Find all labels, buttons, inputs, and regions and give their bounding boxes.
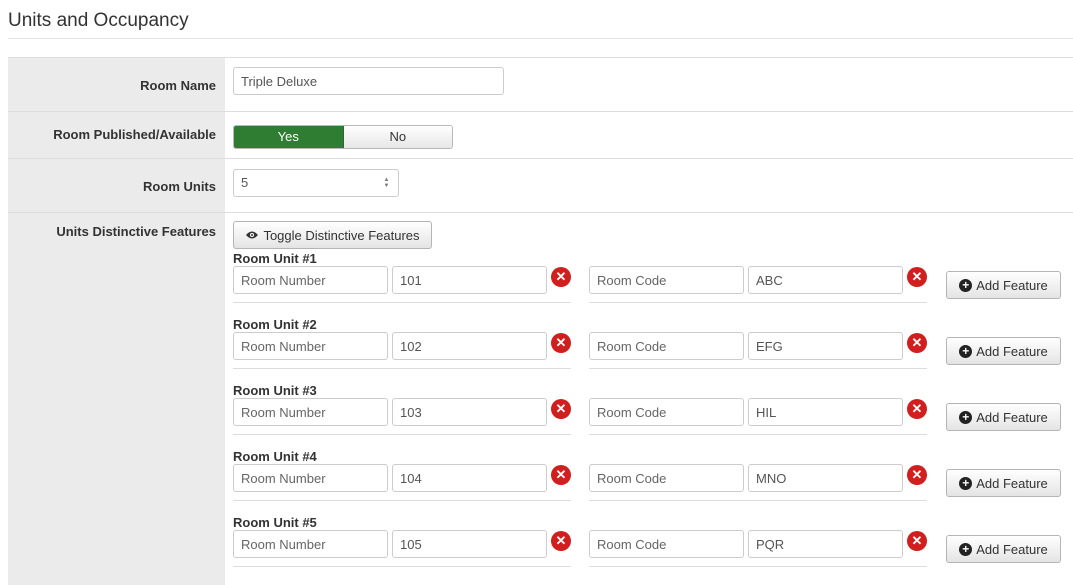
divider — [589, 434, 927, 435]
published-toggle: Yes No — [233, 125, 453, 149]
remove-icon[interactable]: ✕ — [907, 267, 927, 287]
feature-value-input[interactable] — [392, 266, 547, 294]
feature-label-input[interactable] — [233, 398, 388, 426]
room-unit-title: Room Unit #5 — [233, 515, 317, 530]
feature-label-input[interactable] — [233, 464, 388, 492]
room-unit-title: Room Unit #3 — [233, 383, 317, 398]
features-cell: Toggle Distinctive Features Room Unit #1… — [225, 213, 1073, 585]
plus-circle-icon: + — [959, 542, 973, 556]
room-unit-3: Room Unit #3 ✕ ✕ + Add Feature — [233, 383, 1063, 449]
plus-circle-icon: + — [959, 344, 973, 358]
room-units-value: 5 — [241, 175, 249, 190]
add-feature-button[interactable]: + Add Feature — [946, 535, 1061, 563]
add-feature-label: Add Feature — [976, 541, 1048, 557]
divider — [589, 368, 927, 369]
room-unit-4: Room Unit #4 ✕ ✕ + Add Feature — [233, 449, 1063, 515]
divider — [589, 500, 927, 501]
plus-circle-icon: + — [959, 278, 973, 292]
units-form: Room Name Room Published/Available Yes N… — [8, 57, 1073, 585]
room-unit-title: Room Unit #2 — [233, 317, 317, 332]
plus-circle-icon: + — [959, 410, 973, 424]
add-feature-button[interactable]: + Add Feature — [946, 337, 1061, 365]
feature-label-input[interactable] — [589, 530, 744, 558]
divider — [589, 302, 927, 303]
add-feature-label: Add Feature — [976, 475, 1048, 491]
divider — [233, 566, 571, 567]
feature-label-input[interactable] — [233, 332, 388, 360]
room-units-label: Room Units — [8, 159, 225, 212]
feature-label-input[interactable] — [233, 266, 388, 294]
remove-icon[interactable]: ✕ — [551, 333, 571, 353]
divider — [233, 434, 571, 435]
room-unit-title: Room Unit #1 — [233, 251, 317, 266]
add-feature-button[interactable]: + Add Feature — [946, 403, 1061, 431]
add-feature-label: Add Feature — [976, 277, 1048, 293]
feature-value-input[interactable] — [392, 332, 547, 360]
feature-value-input[interactable] — [392, 398, 547, 426]
published-cell: Yes No — [225, 112, 1073, 158]
published-label: Room Published/Available — [8, 112, 225, 158]
features-label: Units Distinctive Features — [8, 213, 225, 585]
feature-value-input[interactable] — [748, 266, 903, 294]
remove-icon[interactable]: ✕ — [551, 399, 571, 419]
room-name-input[interactable] — [233, 67, 504, 95]
remove-icon[interactable]: ✕ — [907, 333, 927, 353]
remove-icon[interactable]: ✕ — [551, 531, 571, 551]
stepper-arrows-icon[interactable]: ▲ ▼ — [383, 177, 390, 189]
room-unit-1: Room Unit #1 ✕ ✕ + Add Feature — [233, 251, 1063, 317]
room-units-stepper[interactable]: 5 ▲ ▼ — [233, 169, 399, 197]
remove-icon[interactable]: ✕ — [907, 465, 927, 485]
toggle-features-label: Toggle Distinctive Features — [263, 227, 420, 243]
toggle-features-button[interactable]: Toggle Distinctive Features — [233, 221, 432, 249]
feature-value-input[interactable] — [748, 332, 903, 360]
room-name-label: Room Name — [8, 58, 225, 111]
room-unit-5: Room Unit #5 ✕ ✕ + Add Feature — [233, 515, 1063, 581]
room-unit-2: Room Unit #2 ✕ ✕ + Add Feature — [233, 317, 1063, 383]
features-row: Units Distinctive Features Toggle Distin… — [8, 213, 1073, 585]
add-feature-button[interactable]: + Add Feature — [946, 271, 1061, 299]
add-feature-button[interactable]: + Add Feature — [946, 469, 1061, 497]
title-divider — [8, 38, 1073, 39]
room-units-row: Room Units 5 ▲ ▼ — [8, 159, 1073, 213]
feature-value-input[interactable] — [392, 464, 547, 492]
published-no-option[interactable]: No — [343, 126, 452, 148]
room-name-cell — [225, 58, 1073, 111]
feature-label-input[interactable] — [233, 530, 388, 558]
feature-value-input[interactable] — [748, 530, 903, 558]
feature-value-input[interactable] — [748, 464, 903, 492]
feature-label-input[interactable] — [589, 464, 744, 492]
remove-icon[interactable]: ✕ — [551, 267, 571, 287]
published-yes-option[interactable]: Yes — [234, 126, 344, 148]
eye-icon — [246, 231, 259, 239]
plus-circle-icon: + — [959, 476, 973, 490]
divider — [233, 368, 571, 369]
room-units-cell: 5 ▲ ▼ — [225, 159, 1073, 212]
divider — [589, 566, 927, 567]
feature-value-input[interactable] — [748, 398, 903, 426]
feature-label-input[interactable] — [589, 398, 744, 426]
feature-label-input[interactable] — [589, 332, 744, 360]
remove-icon[interactable]: ✕ — [551, 465, 571, 485]
remove-icon[interactable]: ✕ — [907, 531, 927, 551]
add-feature-label: Add Feature — [976, 409, 1048, 425]
room-name-row: Room Name — [8, 58, 1073, 112]
remove-icon[interactable]: ✕ — [907, 399, 927, 419]
published-row: Room Published/Available Yes No — [8, 112, 1073, 159]
divider — [233, 302, 571, 303]
feature-label-input[interactable] — [589, 266, 744, 294]
page-title: Units and Occupancy — [8, 10, 189, 31]
room-unit-title: Room Unit #4 — [233, 449, 317, 464]
feature-value-input[interactable] — [392, 530, 547, 558]
divider — [233, 500, 571, 501]
add-feature-label: Add Feature — [976, 343, 1048, 359]
